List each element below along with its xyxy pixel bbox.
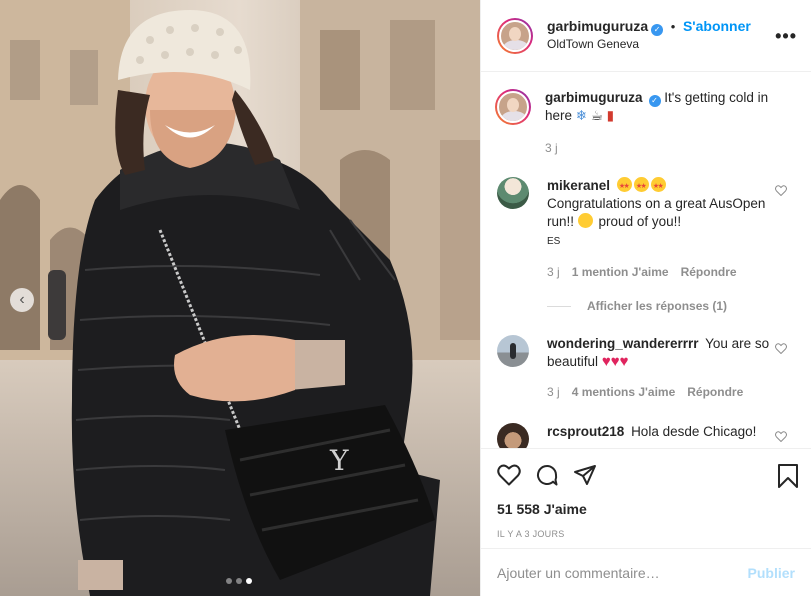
- post-modal: Y ‹ garbimuguruza ✓ • S'abonner OldTown G…: [0, 0, 811, 596]
- star-struck-emoji: [633, 177, 649, 196]
- chevron-left-icon[interactable]: ‹: [10, 288, 34, 312]
- post-photo[interactable]: Y ‹: [0, 0, 480, 596]
- share-icon[interactable]: [573, 463, 597, 487]
- separator-dot: •: [670, 19, 676, 34]
- heart-icon[interactable]: [775, 431, 787, 442]
- commenter-avatar[interactable]: [497, 177, 529, 209]
- svg-text:Y: Y: [329, 444, 349, 477]
- coffee-emoji: ☕: [590, 108, 603, 123]
- carousel-dot-active: [246, 578, 252, 584]
- author-username[interactable]: garbimuguruza: [547, 18, 648, 34]
- comment-text-after: proud of you!!: [598, 214, 682, 229]
- commenter-username[interactable]: wondering_wandererrrr: [547, 336, 699, 351]
- verified-icon: ✓: [651, 24, 664, 36]
- verified-icon: ✓: [648, 95, 661, 107]
- heart-icon[interactable]: [775, 185, 787, 196]
- hugging-emoji: [577, 213, 593, 228]
- commenter-avatar[interactable]: [497, 423, 529, 448]
- comment-time: 3 j: [547, 265, 560, 279]
- author-avatar[interactable]: [497, 17, 533, 54]
- comment-icon[interactable]: [535, 463, 559, 487]
- follow-button[interactable]: S'abonner: [683, 18, 751, 34]
- carousel-dot: [226, 578, 232, 584]
- snowflake-emoji: ❄: [575, 108, 588, 123]
- heart-icon[interactable]: [775, 343, 787, 354]
- comment-text: Hola desde Chicago!: [631, 424, 757, 439]
- star-struck-emoji: [650, 177, 666, 196]
- comment-item: mikeranel Congratulations on a great Aus…: [497, 177, 795, 281]
- reply-button[interactable]: Répondre: [681, 263, 737, 281]
- likes-count[interactable]: 51 558 J'aime: [497, 501, 795, 517]
- post-header: garbimuguruza ✓ • S'abonner OldTown Genev…: [481, 0, 811, 72]
- caption-avatar[interactable]: [495, 89, 531, 125]
- caption-username[interactable]: garbimuguruza: [545, 90, 643, 105]
- post-actions: 51 558 J'aime IL Y A 3 JOURS: [481, 448, 811, 548]
- carousel-dot: [236, 578, 242, 584]
- view-replies-label: Afficher les réponses (1): [587, 299, 728, 313]
- commenter-username[interactable]: mikeranel: [547, 178, 610, 193]
- cup-emoji: ▮: [606, 108, 615, 123]
- comment-item: rcsprout218 Hola desde Chicago!: [497, 423, 795, 448]
- language-tag: ES: [547, 236, 561, 247]
- caption-time: 3 j: [545, 141, 558, 155]
- red-heart-emoji: ♥♥♥: [601, 353, 629, 370]
- view-replies-button[interactable]: Afficher les réponses (1): [547, 299, 795, 313]
- comment-likes[interactable]: 4 mentions J'aime: [572, 383, 676, 401]
- post-location[interactable]: OldTown Geneva: [547, 36, 751, 53]
- heart-icon[interactable]: [497, 464, 521, 486]
- comment-item: wondering_wandererrrr You are so beautif…: [497, 335, 795, 401]
- comment-input[interactable]: [497, 564, 737, 581]
- star-struck-emoji: [616, 177, 632, 196]
- more-icon[interactable]: •••: [775, 26, 797, 47]
- reply-button[interactable]: Répondre: [687, 383, 743, 401]
- comments-list[interactable]: garbimuguruza ✓ It's getting cold in here…: [481, 73, 811, 448]
- carousel-indicator: [226, 578, 252, 584]
- comment-likes[interactable]: 1 mention J'aime: [572, 263, 669, 281]
- bookmark-icon[interactable]: [777, 463, 799, 489]
- commenter-avatar[interactable]: [497, 335, 529, 367]
- replies-divider: [547, 305, 571, 307]
- photo-illustration: Y: [0, 0, 480, 596]
- post-timestamp[interactable]: IL Y A 3 JOURS: [497, 529, 795, 539]
- caption: garbimuguruza ✓ It's getting cold in here…: [495, 89, 795, 157]
- post-sidebar: garbimuguruza ✓ • S'abonner OldTown Genev…: [480, 0, 811, 596]
- comment-time: 3 j: [547, 385, 560, 399]
- commenter-username[interactable]: rcsprout218: [547, 424, 624, 439]
- publish-button[interactable]: Publier: [748, 565, 795, 581]
- add-comment-bar: Publier: [481, 548, 811, 596]
